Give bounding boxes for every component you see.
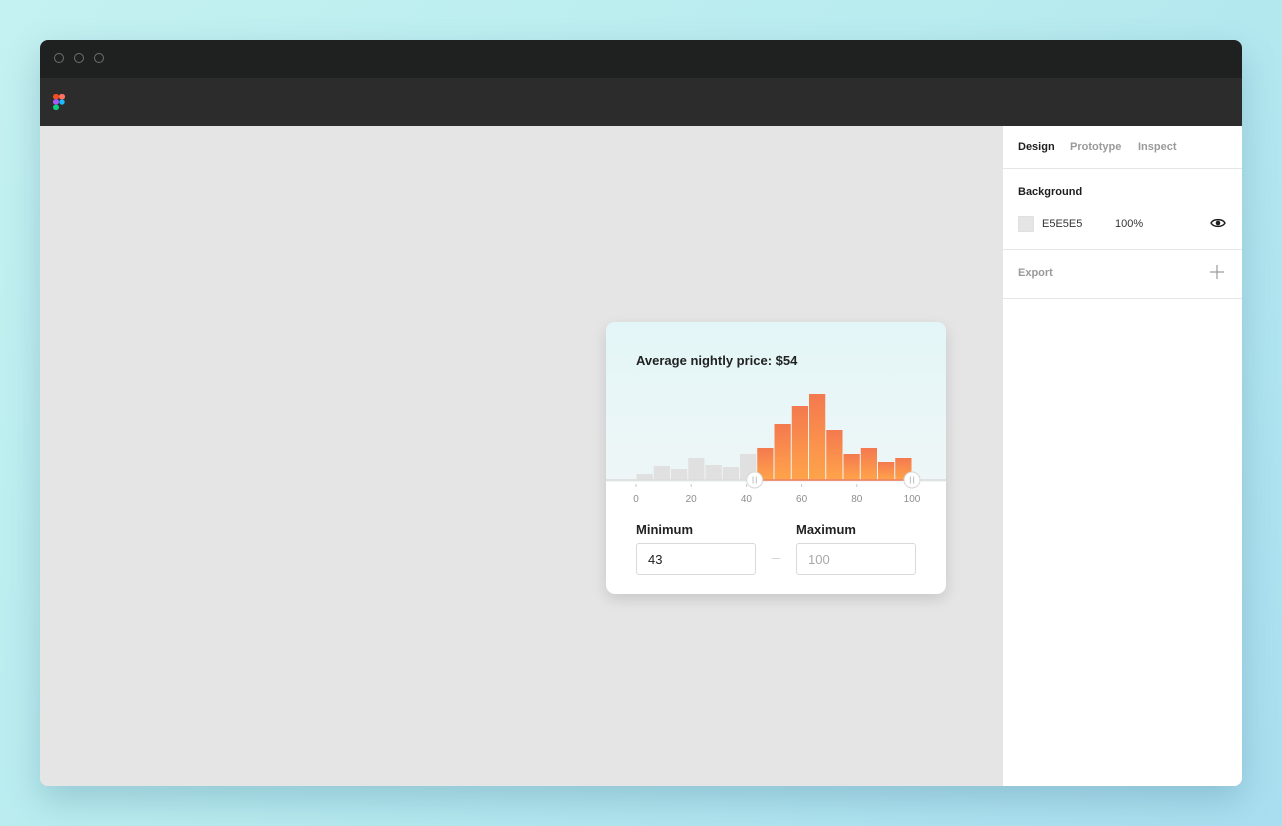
plus-icon[interactable]: [1210, 265, 1224, 279]
histogram-bar: [722, 467, 739, 480]
histogram-bar-selected: [843, 454, 860, 480]
x-axis-tick-label: 100: [904, 494, 921, 505]
background-hex-value[interactable]: E5E5E5: [1042, 218, 1082, 230]
histogram-bar-selected: [878, 462, 895, 480]
histogram-bar: [671, 469, 688, 480]
range-separator: [772, 558, 780, 559]
histogram-bar-selected: [809, 394, 826, 480]
histogram-bar-selected: [826, 430, 843, 480]
x-axis-tick-label: 60: [796, 494, 808, 505]
tab-inspect[interactable]: Inspect: [1138, 141, 1177, 153]
maximum-input[interactable]: [796, 543, 916, 575]
tab-design[interactable]: Design: [1018, 141, 1055, 153]
histogram-bar: [688, 458, 705, 480]
figma-logo-icon[interactable]: [53, 94, 65, 110]
x-axis-tick-label: 20: [686, 494, 698, 505]
x-axis-tick-label: 80: [851, 494, 863, 505]
price-filter-card: Average nightly price: $54 0 20 40 60 80 100 …: [606, 322, 946, 594]
eye-icon[interactable]: [1210, 217, 1226, 229]
title-bar: [40, 40, 1242, 78]
x-axis-tick-label: 40: [741, 494, 753, 505]
histogram-bar: [653, 466, 670, 480]
histogram-bar-selected: [774, 424, 791, 480]
slider-min-handle[interactable]: [746, 471, 764, 489]
handle-knob[interactable]: [903, 471, 921, 489]
export-title: Export: [1018, 267, 1053, 279]
histogram-bar-selected: [791, 406, 808, 480]
minimize-window-button[interactable]: [74, 53, 84, 63]
close-window-button[interactable]: [54, 53, 64, 63]
histogram-bar: [636, 474, 653, 480]
histogram-bar-selected: [860, 448, 877, 480]
minimum-label: Minimum: [636, 522, 694, 537]
properties-panel: Design Prototype Inspect Background E5E5…: [1002, 126, 1242, 786]
slider-max-handle[interactable]: [903, 471, 921, 489]
app-window: Average nightly price: $54 0 20 40 60 80 100 …: [40, 40, 1242, 786]
background-title: Background: [1018, 186, 1083, 198]
background-section: [1003, 168, 1242, 250]
maximum-label: Maximum: [796, 522, 856, 537]
minimum-input[interactable]: [636, 543, 756, 575]
design-canvas[interactable]: Average nightly price: $54 0 20 40 60 80 100 …: [40, 126, 1002, 786]
tab-prototype[interactable]: Prototype: [1070, 141, 1121, 153]
background-color-swatch[interactable]: [1018, 216, 1034, 232]
maximize-window-button[interactable]: [94, 53, 104, 63]
x-axis-tick-label: 0: [633, 494, 639, 505]
toolbar: [40, 78, 1242, 126]
handle-knob[interactable]: [746, 471, 764, 489]
histogram-bar: [705, 465, 722, 480]
price-histogram: 0 20 40 60 80 100: [606, 394, 946, 505]
panel-tabs: Design Prototype Inspect: [1003, 126, 1242, 169]
background-opacity-value[interactable]: 100%: [1115, 218, 1143, 230]
